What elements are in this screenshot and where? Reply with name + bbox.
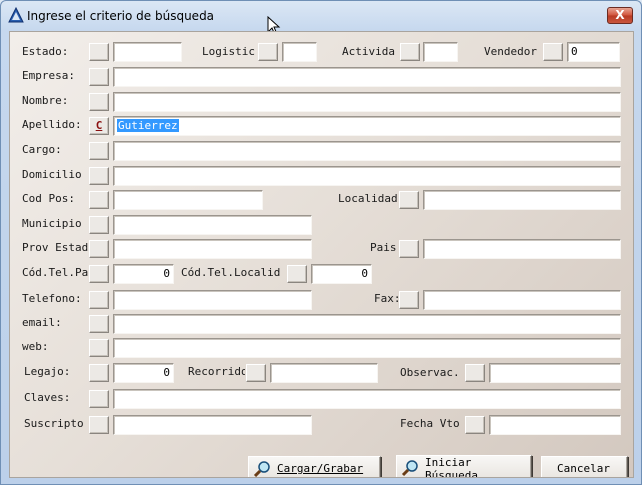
municipio-label: Municipio bbox=[22, 217, 82, 230]
cargo-lookup-button[interactable] bbox=[89, 142, 109, 160]
pais-label: Pais bbox=[370, 241, 397, 254]
claves-label: Claves: bbox=[24, 391, 71, 404]
cod-pos-label: Cod Pos: bbox=[22, 192, 75, 205]
claves-lookup-button[interactable] bbox=[89, 390, 109, 408]
domicilio-label: Domicilio bbox=[22, 168, 82, 181]
prov-estado-label: Prov Estad bbox=[22, 241, 88, 254]
nombre-lookup-button[interactable] bbox=[89, 93, 109, 111]
apellido-label: Apellido: bbox=[22, 118, 82, 131]
domicilio-lookup-button[interactable] bbox=[89, 167, 109, 185]
web-label: web: bbox=[22, 340, 49, 353]
suscripto-lookup-button[interactable] bbox=[89, 416, 109, 434]
nombre-label: Nombre: bbox=[22, 94, 69, 107]
vendedor-field[interactable]: 0 bbox=[567, 42, 620, 62]
legajo-field[interactable]: 0 bbox=[113, 363, 174, 383]
fax-label: Fax: bbox=[374, 292, 398, 305]
actividad-lookup-button[interactable] bbox=[400, 43, 420, 61]
claves-field[interactable] bbox=[113, 389, 621, 409]
suscripto-label: Suscripto bbox=[24, 417, 84, 430]
estado-field[interactable] bbox=[113, 42, 182, 62]
cargo-label: Cargo: bbox=[22, 143, 62, 156]
fecha-vto-label: Fecha Vto bbox=[400, 417, 460, 430]
observac-label: Observac. bbox=[400, 366, 460, 379]
cargar-grabar-label: Cargar/Grabar bbox=[277, 462, 364, 475]
app-warning-icon bbox=[8, 7, 24, 23]
web-field[interactable] bbox=[113, 338, 621, 358]
suscripto-field[interactable] bbox=[113, 415, 312, 435]
window-title: Ingrese el criterio de búsqueda bbox=[27, 9, 215, 23]
estado-lookup-button[interactable] bbox=[89, 43, 109, 61]
cancelar-button[interactable]: Cancelar bbox=[541, 456, 628, 477]
fax-field[interactable] bbox=[423, 290, 621, 310]
email-field[interactable] bbox=[113, 314, 621, 334]
empresa-field[interactable] bbox=[113, 67, 621, 87]
form-area: Estado: Logistic Activida Vendedor 0 Emp… bbox=[9, 31, 634, 478]
iniciar-busqueda-label: Iniciar Búsqueda bbox=[425, 456, 478, 478]
apellido-selected-text: Gutierrez bbox=[117, 119, 179, 132]
cod-pos-field[interactable] bbox=[113, 190, 263, 210]
cod-pos-lookup-button[interactable] bbox=[89, 191, 109, 209]
recorrido-lookup-button[interactable] bbox=[246, 364, 266, 382]
search-magnifier-icon bbox=[401, 460, 418, 477]
estado-label: Estado: bbox=[22, 45, 69, 58]
search-magnifier-icon bbox=[253, 461, 270, 477]
actividad-label: Activida bbox=[342, 45, 395, 58]
prov-estado-lookup-button[interactable] bbox=[89, 240, 109, 258]
telefono-field[interactable] bbox=[113, 290, 312, 310]
domicilio-field[interactable] bbox=[113, 166, 621, 186]
cargar-grabar-button[interactable]: Cargar/Grabar bbox=[248, 456, 381, 477]
localidad-field[interactable] bbox=[423, 190, 621, 210]
logistica-lookup-button[interactable] bbox=[258, 43, 278, 61]
cancelar-label: Cancelar bbox=[557, 462, 610, 475]
cargo-field[interactable] bbox=[113, 141, 621, 161]
recorrido-field[interactable] bbox=[270, 363, 378, 383]
pais-lookup-button[interactable] bbox=[399, 240, 419, 258]
telefono-label: Telefono: bbox=[22, 292, 82, 305]
close-button[interactable]: X bbox=[607, 7, 633, 24]
email-lookup-button[interactable] bbox=[89, 315, 109, 333]
municipio-lookup-button[interactable] bbox=[89, 216, 109, 234]
pais-field[interactable] bbox=[423, 239, 621, 259]
observac-field[interactable] bbox=[489, 363, 621, 383]
logistica-field[interactable] bbox=[282, 42, 317, 62]
fax-lookup-button[interactable] bbox=[399, 291, 419, 309]
localidad-label: Localidad bbox=[338, 192, 398, 205]
vendedor-label: Vendedor bbox=[484, 45, 537, 58]
iniciar-busqueda-button[interactable]: Iniciar Búsqueda bbox=[396, 455, 532, 478]
search-criteria-dialog: Ingrese el criterio de búsqueda X Estado… bbox=[0, 0, 642, 485]
recorrido-label: Recorrido bbox=[188, 365, 245, 378]
cod-tel-localidad-field[interactable]: 0 bbox=[311, 264, 372, 284]
cod-tel-localidad-lookup-button[interactable] bbox=[287, 265, 307, 283]
cod-tel-pais-lookup-button[interactable] bbox=[89, 265, 109, 283]
observac-lookup-button[interactable] bbox=[465, 364, 485, 382]
apellido-field[interactable]: Gutierrez bbox=[113, 116, 621, 136]
prov-estado-field[interactable] bbox=[113, 239, 312, 259]
vendedor-lookup-button[interactable] bbox=[543, 43, 563, 61]
legajo-lookup-button[interactable] bbox=[89, 364, 109, 382]
cod-tel-pais-field[interactable]: 0 bbox=[113, 264, 174, 284]
cod-tel-localidad-label: Cód.Tel.Localid bbox=[181, 266, 281, 279]
actividad-field[interactable] bbox=[423, 42, 458, 62]
title-bar[interactable]: Ingrese el criterio de búsqueda X bbox=[1, 1, 641, 31]
web-lookup-button[interactable] bbox=[89, 339, 109, 357]
empresa-lookup-button[interactable] bbox=[89, 68, 109, 86]
nombre-field[interactable] bbox=[113, 92, 621, 112]
legajo-label: Legajo: bbox=[24, 365, 71, 378]
apellido-criteria-button[interactable]: C bbox=[89, 117, 109, 135]
logistica-label: Logistic bbox=[202, 45, 255, 58]
municipio-field[interactable] bbox=[113, 215, 312, 235]
cod-tel-pais-label: Cód.Tel.Pa bbox=[22, 266, 88, 279]
empresa-label: Empresa: bbox=[22, 69, 75, 82]
fecha-vto-field[interactable] bbox=[489, 415, 621, 435]
localidad-lookup-button[interactable] bbox=[399, 191, 419, 209]
email-label: email: bbox=[22, 316, 62, 329]
telefono-lookup-button[interactable] bbox=[89, 291, 109, 309]
fecha-vto-lookup-button[interactable] bbox=[465, 416, 485, 434]
